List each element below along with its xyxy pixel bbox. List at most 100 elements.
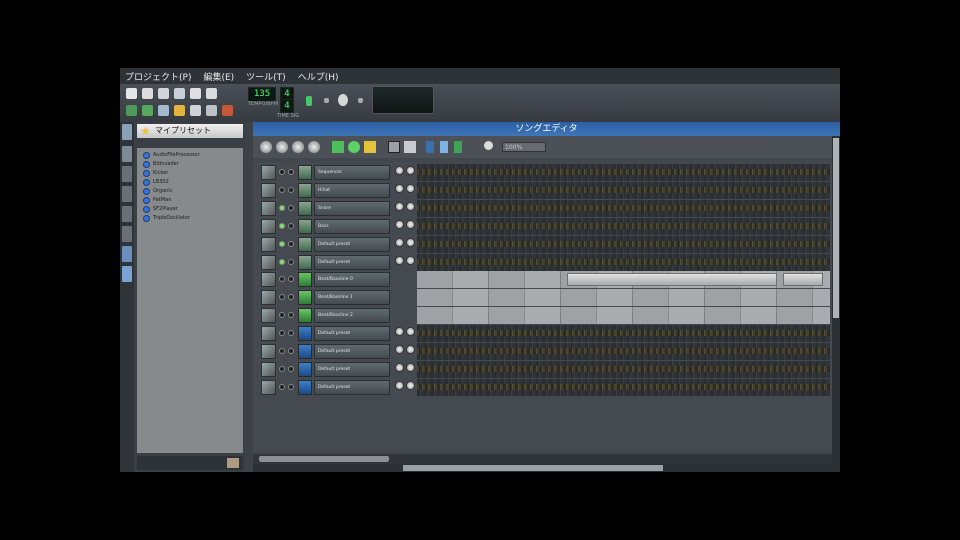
pattern-clip[interactable] <box>417 348 830 354</box>
track-mute-led[interactable] <box>279 276 285 283</box>
track-name-button[interactable]: Default preset <box>314 326 390 342</box>
song-vscroll-thumb[interactable] <box>833 138 839 318</box>
panning-knob[interactable] <box>406 327 415 337</box>
track-name-button[interactable]: Bass <box>314 218 390 234</box>
track-lane[interactable] <box>417 360 830 378</box>
record-play-icon[interactable] <box>308 141 320 153</box>
menu-help[interactable]: ヘルプ(H) <box>298 70 339 83</box>
preset-item-kicker[interactable]: Kicker <box>143 169 168 177</box>
track-mute-led[interactable] <box>279 169 285 175</box>
preset-item-organic[interactable]: Organic <box>143 187 172 195</box>
panning-knob[interactable] <box>406 362 415 372</box>
track-solo-led[interactable] <box>288 348 294 354</box>
volume-knob[interactable] <box>395 380 404 390</box>
track-name-button[interactable]: Default preset <box>314 344 390 359</box>
track-name-button[interactable]: Beat/Bassline 2 <box>314 308 390 324</box>
track-mute-led[interactable] <box>279 348 285 354</box>
sidebar-tab-instruments[interactable] <box>122 124 132 140</box>
song-horizontal-scrollbar[interactable] <box>253 464 840 472</box>
record-icon[interactable] <box>292 141 304 153</box>
track-solo-led[interactable] <box>288 312 294 319</box>
track-mute-led[interactable] <box>279 330 285 337</box>
track-mute-led[interactable] <box>279 222 285 229</box>
piano-icon[interactable] <box>298 361 312 377</box>
track-lane[interactable] <box>417 217 830 235</box>
preset-item-sf2player[interactable]: SF2Player <box>143 205 178 213</box>
bb-pattern-block[interactable] <box>783 273 823 287</box>
volume-knob[interactable] <box>395 345 404 354</box>
track-mute-led[interactable] <box>279 365 285 372</box>
bb-track-icon[interactable] <box>298 308 312 324</box>
track-name-button[interactable]: Beat/Bassline 0 <box>314 272 390 288</box>
notes-icon[interactable] <box>222 105 233 116</box>
track-name-button[interactable]: Default preset <box>314 236 390 252</box>
pattern-clip[interactable] <box>417 330 830 337</box>
instrument-icon[interactable] <box>298 254 312 270</box>
track-solo-led[interactable] <box>288 258 294 265</box>
volume-knob[interactable] <box>395 327 404 337</box>
controller-icon[interactable] <box>206 105 217 116</box>
sidebar-tab-computer[interactable] <box>122 246 132 262</box>
panning-knob[interactable] <box>406 166 415 175</box>
song-editor-icon[interactable] <box>126 105 137 116</box>
track-drag-handle[interactable] <box>261 254 276 270</box>
oscilloscope-visualizer[interactable] <box>372 86 434 114</box>
track-mute-led[interactable] <box>279 258 285 265</box>
track-drag-handle[interactable] <box>261 326 276 342</box>
instrument-icon[interactable] <box>298 218 312 234</box>
automation-icon[interactable] <box>174 105 185 116</box>
track-scroll-thumb[interactable] <box>259 456 389 462</box>
track-lane[interactable] <box>417 378 830 396</box>
song-scroll-thumb[interactable] <box>403 465 663 471</box>
piano-roll-icon[interactable] <box>158 105 169 116</box>
new-file-icon[interactable] <box>126 88 137 99</box>
track-drag-handle[interactable] <box>261 218 276 234</box>
track-solo-led[interactable] <box>288 365 294 372</box>
track-solo-led[interactable] <box>288 240 294 247</box>
song-editor-title[interactable]: ソングエディタ <box>253 122 840 136</box>
track-lane[interactable] <box>417 235 830 253</box>
track-drag-handle[interactable] <box>261 165 276 180</box>
track-mute-led[interactable] <box>279 312 285 319</box>
pattern-clip[interactable] <box>417 240 830 247</box>
instrument-icon[interactable] <box>298 236 312 252</box>
open-icon[interactable] <box>158 88 169 99</box>
track-lane[interactable] <box>417 181 830 199</box>
track-drag-handle[interactable] <box>261 200 276 216</box>
pattern-clip[interactable] <box>417 365 830 372</box>
export-icon[interactable] <box>206 88 217 99</box>
master-volume-icon[interactable] <box>306 96 312 106</box>
track-name-button[interactable]: Hihat <box>314 182 390 198</box>
pattern-clip[interactable] <box>417 169 830 175</box>
pattern-clip[interactable] <box>417 222 830 229</box>
tempo-display[interactable]: 135 <box>248 87 276 102</box>
pattern-clip[interactable] <box>417 204 830 211</box>
preset-item-patman[interactable]: PatMan <box>143 196 171 204</box>
bb-track-icon[interactable] <box>298 290 312 306</box>
preset-item-audiofileprocessor[interactable]: AudioFileProcessor <box>143 151 200 159</box>
track-mute-led[interactable] <box>279 186 285 193</box>
track-name-button[interactable]: Beat/Bassline 1 <box>314 290 390 306</box>
track-drag-handle[interactable] <box>261 236 276 252</box>
preset-list[interactable]: AudioFileProcessor BitInvader Kicker LB3… <box>137 148 243 453</box>
resize-grip[interactable] <box>227 458 239 468</box>
track-lane[interactable] <box>417 289 830 307</box>
menu-project[interactable]: プロジェクト(P) <box>125 70 191 83</box>
instrument-icon[interactable] <box>298 165 312 180</box>
track-mute-led[interactable] <box>279 240 285 247</box>
track-lane[interactable] <box>417 164 830 181</box>
panning-knob[interactable] <box>406 345 415 354</box>
track-lane[interactable] <box>417 325 830 343</box>
volume-knob[interactable] <box>395 183 404 193</box>
add-automation-track-icon[interactable] <box>364 141 376 153</box>
sidebar-tab-presets[interactable] <box>122 146 132 162</box>
track-name-button[interactable]: Default preset <box>314 254 390 270</box>
auto-scroll-icon[interactable] <box>454 141 462 153</box>
track-lane[interactable] <box>417 271 830 289</box>
track-lane[interactable] <box>417 253 830 271</box>
preset-item-lb302[interactable]: LB302 <box>143 178 169 186</box>
loop-points-icon[interactable] <box>440 141 448 153</box>
volume-knob[interactable] <box>395 219 404 229</box>
track-mute-led[interactable] <box>279 204 285 211</box>
track-drag-handle[interactable] <box>261 182 276 198</box>
